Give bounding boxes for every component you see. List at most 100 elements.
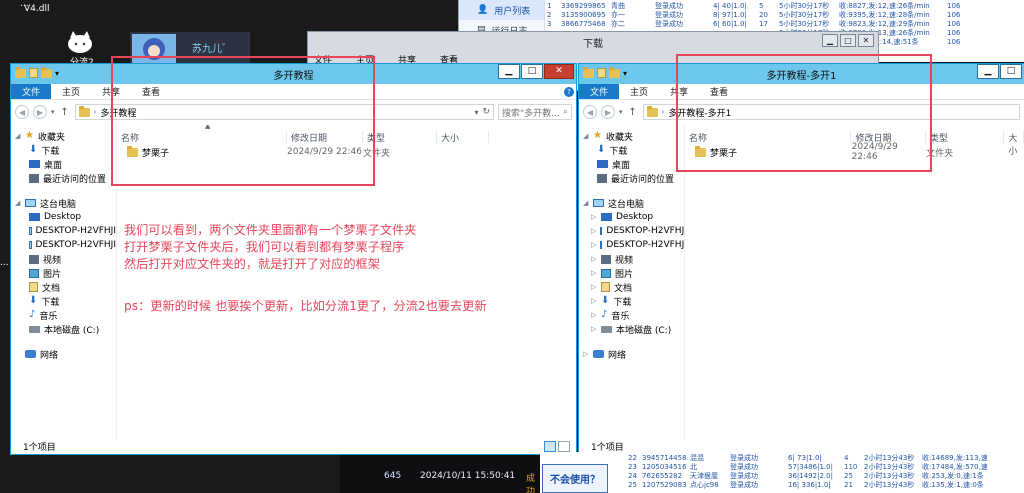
nav-item-downloads[interactable]: ⬇ 下载 <box>583 143 684 157</box>
nav-this-pc[interactable]: ◢ 这台电脑 <box>583 196 684 210</box>
recent-dropdown-icon[interactable]: ▾ <box>619 108 623 116</box>
column-headers: 名称 修改日期 类型 大小 <box>685 125 1024 157</box>
refresh-icon[interactable]: ↻ <box>482 107 490 117</box>
back-button[interactable]: ◀ <box>15 105 29 119</box>
sidebar-item-user-list[interactable]: 👤 用户列表 <box>459 0 544 20</box>
table-cell: 22 <box>628 454 637 462</box>
column-name[interactable]: 名称 <box>117 131 287 144</box>
nav-item-desktop-folder[interactable]: Desktop <box>15 210 116 224</box>
back-button[interactable]: ◀ <box>583 105 597 119</box>
nav-item-music[interactable]: ♪ 音乐 <box>15 308 116 322</box>
up-button[interactable]: ↑ <box>627 107 639 118</box>
column-headers: 名称 修改日期 类型 大小 <box>117 125 576 144</box>
recent-dropdown-icon[interactable]: ▾ <box>51 108 55 116</box>
nav-item-downloads[interactable]: ⬇ 下载 <box>15 143 116 157</box>
nav-item-downloads-pc[interactable]: ▷ ⬇ 下载 <box>583 294 684 308</box>
help-icon[interactable]: ? <box>562 84 576 99</box>
address-dropdown-icon[interactable]: ▾ <box>474 108 478 117</box>
nav-item-documents[interactable]: 文档 <box>15 280 116 294</box>
nav-item-downloads-pc[interactable]: ⬇ 下载 <box>15 294 116 308</box>
nav-item-local-disk[interactable]: 本地磁盘 (C:) <box>15 322 116 336</box>
cat-app-icon[interactable] <box>66 30 94 54</box>
log-status: 成功 <box>526 474 536 493</box>
large-icons-view-button[interactable] <box>558 441 570 452</box>
nav-item-videos[interactable]: 视频 <box>15 252 116 266</box>
nav-item-recent[interactable]: 最近访问的位置 <box>583 171 684 185</box>
table-cell: 762655282 <box>642 472 683 480</box>
avatar-card[interactable]: 苏九儿゛ <box>130 32 250 64</box>
column-name[interactable]: 名称 <box>685 131 852 144</box>
nav-item-network-pc-2[interactable]: ▷ DESKTOP-H2VFHJI <box>583 238 684 252</box>
ribbon-tab-view[interactable]: 查看 <box>131 84 171 99</box>
nav-item-local-disk[interactable]: ▷ 本地磁盘 (C:) <box>583 322 684 336</box>
nav-item-desktop[interactable]: 桌面 <box>15 157 116 171</box>
nav-this-pc[interactable]: ◢ 这台电脑 <box>15 196 116 210</box>
help-button[interactable]: 不会使用？ <box>542 464 608 493</box>
up-button[interactable]: ↑ <box>59 107 71 118</box>
explorer-window-multi1[interactable]: ▾ 多开教程-多开1 ▁ □ 文件 主页 共享 查看 ◀ ▶ ▾ ↑ › 多开教… <box>578 63 1024 455</box>
table-row[interactable]: 24 762655282 天津狠厘 登录成功 36|1492|2.0| 25 2小时13分4… <box>628 472 1024 481</box>
maximize-button[interactable]: □ <box>1000 64 1022 79</box>
nav-item-videos[interactable]: ▷ 视频 <box>583 252 684 266</box>
address-bar[interactable]: › 多开教程 ▾ ↻ <box>74 104 494 120</box>
minimize-button[interactable]: ▁ <box>822 34 838 47</box>
desktop-dll-label[interactable]: V4.dll <box>24 4 49 14</box>
nav-item-music[interactable]: ▷ ♪ 音乐 <box>583 308 684 322</box>
maximize-button[interactable]: □ <box>840 34 856 47</box>
address-bar[interactable]: › 多开教程-多开1 <box>642 104 1020 120</box>
table-cell: 25 <box>628 481 637 489</box>
ribbon-tab-share[interactable]: 共享 <box>91 84 131 99</box>
ribbon-tab-share[interactable]: 共享 <box>659 84 699 99</box>
computer-icon <box>600 241 603 249</box>
column-size[interactable]: 大小 <box>1004 131 1024 157</box>
column-size[interactable]: 大小 <box>437 131 489 144</box>
maximize-button[interactable]: □ <box>521 64 543 79</box>
log-number: 645 <box>384 471 402 481</box>
ribbon-tab-home[interactable]: 主页 <box>51 84 91 99</box>
table-row[interactable]: 23 1205034516 北 登录成功 57|3486|1.0| 110 2小时13分43… <box>628 463 1024 472</box>
properties-icon[interactable] <box>597 68 606 78</box>
nav-network[interactable]: ▷ 网络 <box>583 347 684 361</box>
chevron-down-icon[interactable]: ▾ <box>623 69 627 78</box>
forward-button[interactable]: ▶ <box>33 105 47 119</box>
nav-item-pictures[interactable]: 图片 <box>15 266 116 280</box>
nav-network[interactable]: 网络 <box>15 347 116 361</box>
ribbon-tab-view[interactable]: 查看 <box>699 84 739 99</box>
table-cell: 3369299865 <box>561 2 606 10</box>
nav-item-recent[interactable]: 最近访问的位置 <box>15 171 116 185</box>
column-type[interactable]: 类型 <box>363 131 437 144</box>
nav-item-network-pc-1[interactable]: DESKTOP-H2VFHJI <box>15 224 116 238</box>
table-row[interactable]: 1 3369299865 青曲 登录成功 4| 40|1.0| 5 5小时30分17秒 收:8… <box>547 2 1024 11</box>
properties-icon[interactable] <box>29 68 38 78</box>
close-button[interactable]: ✕ <box>858 34 874 47</box>
nav-favorites[interactable]: ◢ ★ 收藏夹 <box>583 129 684 143</box>
nav-item-pictures[interactable]: ▷ 图片 <box>583 266 684 280</box>
nav-item-network-pc-2[interactable]: DESKTOP-H2VFHJI <box>15 238 116 252</box>
column-type[interactable]: 类型 <box>926 131 1005 144</box>
table-row[interactable]: 3 3866775468 亦二 登录成功 6| 60|1.0| 17 5小时30分17秒 收:… <box>547 20 1024 29</box>
file-row[interactable]: 梦栗子 2024/9/29 22:46 文件夹 <box>685 142 1024 162</box>
table-row[interactable]: 2 3135900695 亦一 登录成功 8| 97|1.0| 20 5小时30分17秒 收:… <box>547 11 1024 20</box>
details-view-button[interactable] <box>544 441 556 452</box>
table-cell: 北 <box>690 463 697 471</box>
minimize-button[interactable]: ▁ <box>977 64 999 79</box>
ribbon-tab-file[interactable]: 文件 <box>11 84 52 99</box>
nav-favorites[interactable]: ◢ ★ 收藏夹 <box>15 129 116 143</box>
table-row[interactable]: 22 3945714458 混混 登录成功 6| 73|1.0| 4 2小时13分43秒 收:… <box>628 454 1024 463</box>
file-row[interactable]: 梦栗子 2024/9/29 22:46 文件夹 <box>117 143 576 161</box>
new-folder-icon[interactable] <box>609 66 620 78</box>
table-row[interactable]: 25 1207529083 点心jc98 登录成功 16| 336|1.0| 21 2小时1… <box>628 481 1024 490</box>
nav-item-documents[interactable]: ▷ 文档 <box>583 280 684 294</box>
nav-item-desktop-folder[interactable]: ▷ Desktop <box>583 210 684 224</box>
forward-button[interactable]: ▶ <box>601 105 615 119</box>
nav-item-network-pc-1[interactable]: ▷ DESKTOP-H2VFHJI <box>583 224 684 238</box>
close-button[interactable]: ✕ <box>544 64 574 79</box>
chevron-down-icon[interactable]: ▾ <box>55 69 59 78</box>
ribbon-tab-file[interactable]: 文件 <box>579 84 620 99</box>
column-date[interactable]: 修改日期 <box>287 131 363 144</box>
search-input[interactable]: 搜索"多开教... ⌕ <box>498 104 572 120</box>
minimize-button[interactable]: ▁ <box>498 64 520 79</box>
new-folder-icon[interactable] <box>41 66 52 78</box>
nav-item-desktop[interactable]: 桌面 <box>583 157 684 171</box>
ribbon-tab-home[interactable]: 主页 <box>619 84 659 99</box>
